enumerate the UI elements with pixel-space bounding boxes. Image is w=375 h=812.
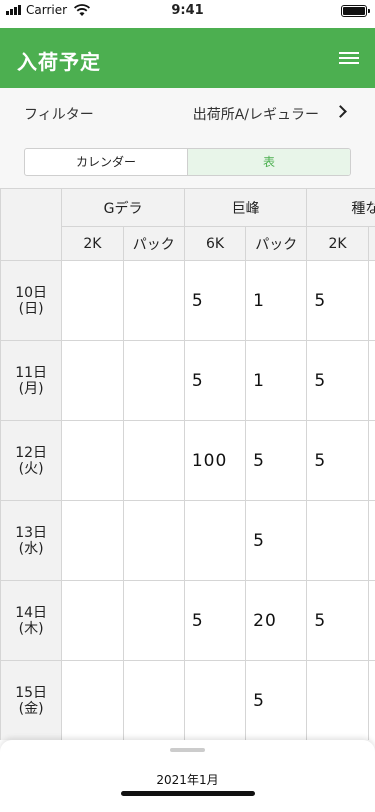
- status-bar: Carrier 9:41: [0, 0, 375, 26]
- table-row: 12日(火)100552: [0, 420, 375, 501]
- date-weekday: (水): [18, 540, 44, 557]
- group-header: 巨峰: [183, 188, 308, 227]
- quantity-cell[interactable]: [183, 660, 247, 740]
- group-header: 種なし巨: [306, 188, 375, 227]
- quantity-cell[interactable]: 5: [367, 500, 375, 581]
- date-cell: 10日 (日): [0, 260, 63, 341]
- quantity-cell[interactable]: 5: [245, 660, 308, 740]
- segment-area: カレンダー 表: [0, 140, 375, 188]
- table-row: 14日(木)52055: [0, 580, 375, 661]
- battery-icon: [341, 5, 370, 17]
- quantity-cell[interactable]: 8: [367, 260, 375, 341]
- date-day: 12日: [15, 444, 48, 461]
- subheader: 2K: [306, 226, 369, 261]
- quantity-cell[interactable]: 1: [245, 340, 308, 421]
- date-weekday: (日): [18, 300, 44, 317]
- filter-row[interactable]: フィルター 出荷所A/レギュラー: [0, 88, 375, 140]
- quantity-cell[interactable]: 5: [245, 420, 308, 501]
- table-row: 10日(日)5158: [0, 260, 375, 341]
- arrival-table[interactable]: Gデラ 巨峰 種なし巨 2K パック 6K パック 2K 5K 10日(日)51…: [0, 188, 375, 740]
- date-day: 10日: [15, 284, 48, 301]
- subheader: パック: [122, 226, 185, 261]
- subheader: 5K: [367, 226, 375, 261]
- quantity-cell[interactable]: 5: [367, 580, 375, 661]
- quantity-cell[interactable]: 5: [306, 340, 369, 421]
- quantity-cell[interactable]: 5: [306, 420, 369, 501]
- date-day: 15日: [15, 684, 48, 701]
- subheader: 2K: [61, 226, 124, 261]
- date-weekday: (火): [18, 460, 44, 477]
- quantity-cell[interactable]: [122, 660, 185, 740]
- quantity-cell[interactable]: [122, 420, 185, 501]
- group-header: Gデラ: [61, 188, 185, 227]
- quantity-cell[interactable]: 5: [183, 580, 247, 661]
- quantity-cell[interactable]: 5: [245, 500, 308, 581]
- quantity-cell[interactable]: [122, 260, 185, 341]
- date-cell: 14日 (木): [0, 580, 63, 661]
- quantity-cell[interactable]: 2: [367, 420, 375, 501]
- segment-calendar[interactable]: カレンダー: [25, 149, 187, 175]
- quantity-cell[interactable]: [306, 500, 369, 581]
- quantity-cell[interactable]: [306, 660, 369, 740]
- quantity-cell[interactable]: [61, 260, 124, 341]
- table-row: 11日(月)5155: [0, 340, 375, 421]
- filter-label: フィルター: [24, 107, 94, 123]
- quantity-cell[interactable]: 1: [245, 260, 308, 341]
- date-day: 13日: [15, 524, 48, 541]
- chevron-right-icon: [334, 105, 347, 118]
- quantity-cell[interactable]: 5: [306, 260, 369, 341]
- date-day: 14日: [15, 604, 48, 621]
- hamburger-menu-icon[interactable]: [337, 46, 361, 70]
- home-indicator: [121, 791, 255, 796]
- segment-table[interactable]: 表: [187, 149, 350, 175]
- status-time: 9:41: [171, 3, 204, 18]
- subheader: 6K: [183, 226, 247, 261]
- app-header: 入荷予定: [0, 28, 375, 88]
- quantity-cell[interactable]: 5: [367, 340, 375, 421]
- date-cell: 13日 (水): [0, 500, 63, 581]
- subheader: パック: [245, 226, 308, 261]
- quantity-cell[interactable]: 5: [183, 340, 247, 421]
- date-day: 11日: [15, 364, 48, 381]
- quantity-cell[interactable]: 5: [367, 660, 375, 740]
- quantity-cell[interactable]: 20: [245, 580, 308, 661]
- date-weekday: (金): [18, 700, 44, 717]
- date-cell: 12日 (火): [0, 420, 63, 501]
- month-label: 2021年1月: [156, 773, 219, 787]
- quantity-cell[interactable]: 5: [183, 260, 247, 341]
- date-weekday: (木): [18, 620, 44, 637]
- quantity-cell[interactable]: [122, 500, 185, 581]
- quantity-cell[interactable]: [122, 340, 185, 421]
- quantity-cell[interactable]: [183, 500, 247, 581]
- page-title: 入荷予定: [17, 50, 101, 74]
- table-row: 13日(水) 55: [0, 500, 375, 581]
- quantity-cell[interactable]: [122, 580, 185, 661]
- sheet-grabber[interactable]: [170, 748, 205, 752]
- date-cell: 15日 (金): [0, 660, 63, 740]
- quantity-cell[interactable]: [61, 660, 124, 740]
- table-row: 15日(金) 55: [0, 660, 375, 740]
- view-segmented-control: カレンダー 表: [24, 148, 351, 176]
- filter-value: 出荷所A/レギュラー: [192, 107, 319, 123]
- date-cell: 11日 (月): [0, 340, 63, 421]
- quantity-cell[interactable]: [61, 580, 124, 661]
- quantity-cell[interactable]: 100: [183, 420, 247, 501]
- quantity-cell[interactable]: [61, 340, 124, 421]
- table-corner: [0, 188, 63, 261]
- bottom-sheet[interactable]: 2021年1月: [0, 740, 375, 812]
- quantity-cell[interactable]: [61, 500, 124, 581]
- quantity-cell[interactable]: 5: [306, 580, 369, 661]
- date-weekday: (月): [18, 380, 44, 397]
- quantity-cell[interactable]: [61, 420, 124, 501]
